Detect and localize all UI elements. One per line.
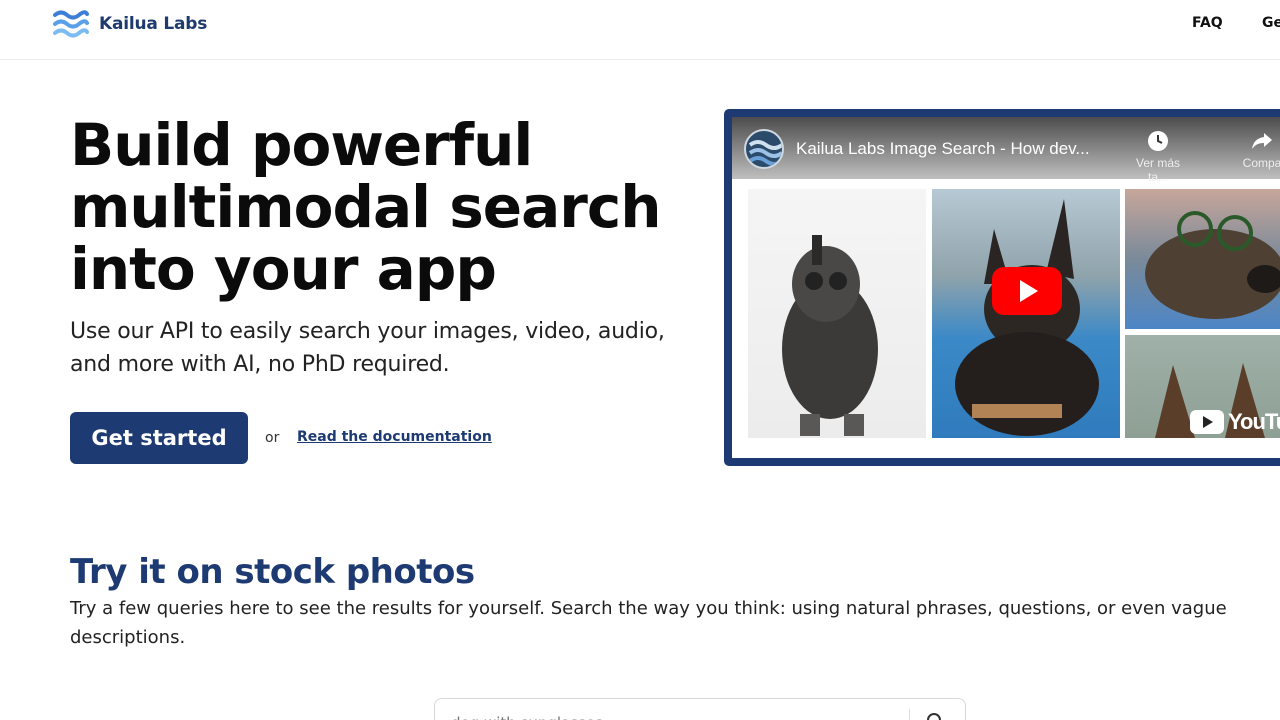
share-button[interactable]: Compa [1232, 129, 1280, 170]
brand-logo[interactable]: Kailua Labs [53, 9, 207, 39]
thumb-schnauzer-image [748, 189, 926, 438]
hero-title: Build powerful multimodal search into yo… [70, 111, 662, 303]
section-description: Try a few queries here to see the result… [70, 598, 1227, 648]
youtube-logo[interactable]: YouTu [1190, 409, 1280, 435]
share-label: Compa [1242, 156, 1280, 170]
share-arrow-icon [1252, 133, 1272, 149]
brand-name: Kailua Labs [99, 14, 208, 34]
channel-avatar[interactable] [744, 129, 784, 169]
site-header: Kailua Labs FAQ Ge [0, 0, 1280, 60]
nav-faq-link[interactable]: FAQ [1192, 15, 1223, 31]
section-title: Try it on stock photos [70, 552, 475, 592]
watch-later-button[interactable]: Ver más ta... [1128, 129, 1188, 184]
youtube-wordmark: YouTu [1228, 409, 1280, 434]
video-title[interactable]: Kailua Labs Image Search - How dev... [796, 139, 1090, 159]
read-documentation-link[interactable]: Read the documentation [297, 429, 492, 445]
clock-icon [1148, 131, 1168, 151]
waves-logo-icon [53, 10, 89, 38]
youtube-icon [1190, 410, 1224, 434]
get-started-button[interactable]: Get started [70, 412, 248, 464]
play-button[interactable] [992, 267, 1062, 315]
nav-get-started-link[interactable]: Ge [1262, 15, 1280, 31]
hero-subtitle: Use our API to easily search your images… [70, 319, 665, 377]
video-embed[interactable]: Kailua Labs Image Search - How dev... Ve… [724, 109, 1280, 466]
video-player[interactable]: Kailua Labs Image Search - How dev... Ve… [732, 117, 1280, 458]
or-text: or [265, 430, 280, 446]
search-divider [909, 709, 910, 720]
search-input[interactable] [435, 699, 909, 720]
stock-search-box [434, 698, 966, 720]
thumb-dog-glasses-image [1125, 189, 1280, 329]
watch-later-label: Ver más ta... [1135, 156, 1180, 184]
play-icon [1020, 280, 1038, 302]
search-icon[interactable] [925, 711, 947, 720]
